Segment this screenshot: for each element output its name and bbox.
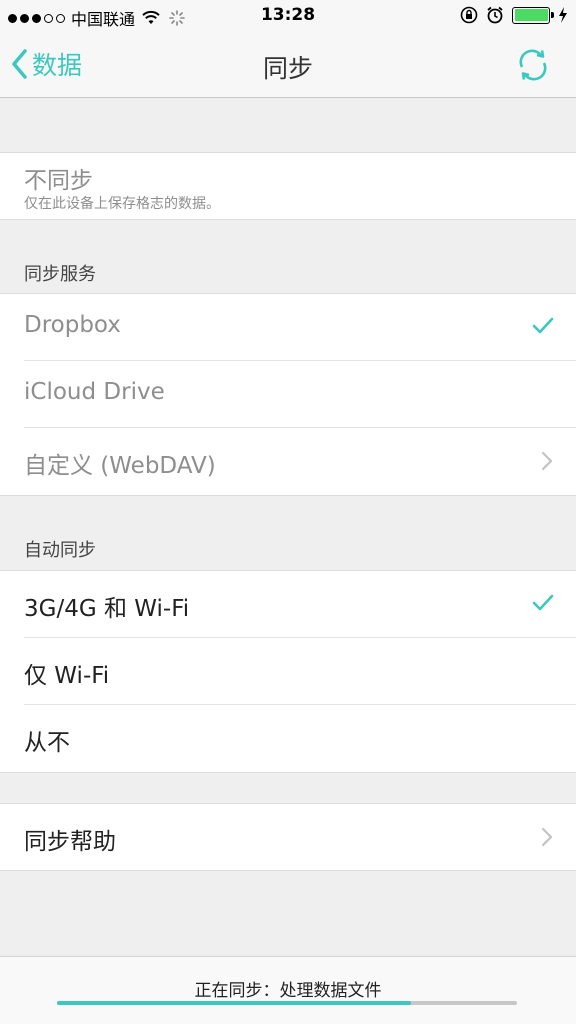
auto-sync-wifi-only[interactable]: 仅 Wi-Fi (24, 638, 576, 705)
never-label: 从不 (24, 730, 70, 756)
chevron-right-icon (541, 451, 553, 471)
sync-service-header: 同步服务 (24, 264, 96, 285)
webdav-label: 自定义 (WebDAV) (24, 453, 216, 479)
no-sync-section: 不同步 仅在此设备上保存格志的数据。 (0, 152, 576, 220)
wifi-only-label: 仅 Wi-Fi (24, 663, 110, 689)
auto-sync-cellular-wifi[interactable]: 3G/4G 和 Wi-Fi (24, 571, 576, 638)
page-title: 同步 (262, 54, 313, 83)
sync-progress-bar (57, 1001, 517, 1005)
sync-help-section: 同步帮助 (0, 803, 576, 871)
back-button[interactable]: 数据 (10, 46, 82, 82)
navigation-bar: 数据 同步 (0, 32, 576, 98)
status-right (460, 6, 568, 24)
auto-sync-section: 3G/4G 和 Wi-Fi 仅 Wi-Fi 从不 (0, 570, 576, 773)
auto-sync-never[interactable]: 从不 (24, 705, 576, 772)
status-bar: 中国联通 13:28 (0, 0, 576, 32)
sync-service-section: Dropbox iCloud Drive 自定义 (WebDAV) (0, 293, 576, 496)
no-sync-description: 仅在此设备上保存格志的数据。 (24, 196, 220, 212)
sync-status-footer: 正在同步：处理数据文件 (0, 956, 576, 1024)
chevron-left-icon (12, 49, 27, 79)
sync-help-row[interactable]: 同步帮助 (24, 804, 576, 870)
sync-service-webdav[interactable]: 自定义 (WebDAV) (24, 428, 576, 495)
no-sync-label: 不同步 (24, 168, 93, 194)
auto-sync-header: 自动同步 (24, 540, 96, 561)
checkmark-icon (532, 594, 554, 611)
no-sync-option[interactable]: 不同步 仅在此设备上保存格志的数据。 (24, 153, 576, 219)
sync-service-dropbox[interactable]: Dropbox (24, 294, 576, 361)
dropbox-label: Dropbox (24, 312, 121, 338)
charging-bolt-icon (559, 7, 567, 23)
sync-status-text: 正在同步：处理数据文件 (194, 981, 382, 1001)
orientation-lock-icon (460, 6, 478, 24)
sync-refresh-icon[interactable] (514, 46, 552, 84)
cellular-wifi-label: 3G/4G 和 Wi-Fi (24, 596, 190, 622)
sync-progress-fill (57, 1001, 412, 1005)
sync-service-icloud[interactable]: iCloud Drive (24, 361, 576, 428)
chevron-right-icon (541, 827, 553, 847)
sync-help-label: 同步帮助 (24, 829, 116, 855)
icloud-drive-label: iCloud Drive (24, 379, 165, 405)
alarm-icon (487, 6, 503, 24)
back-button-label: 数据 (32, 51, 83, 80)
checkmark-icon (532, 317, 554, 334)
battery-icon (512, 6, 554, 24)
